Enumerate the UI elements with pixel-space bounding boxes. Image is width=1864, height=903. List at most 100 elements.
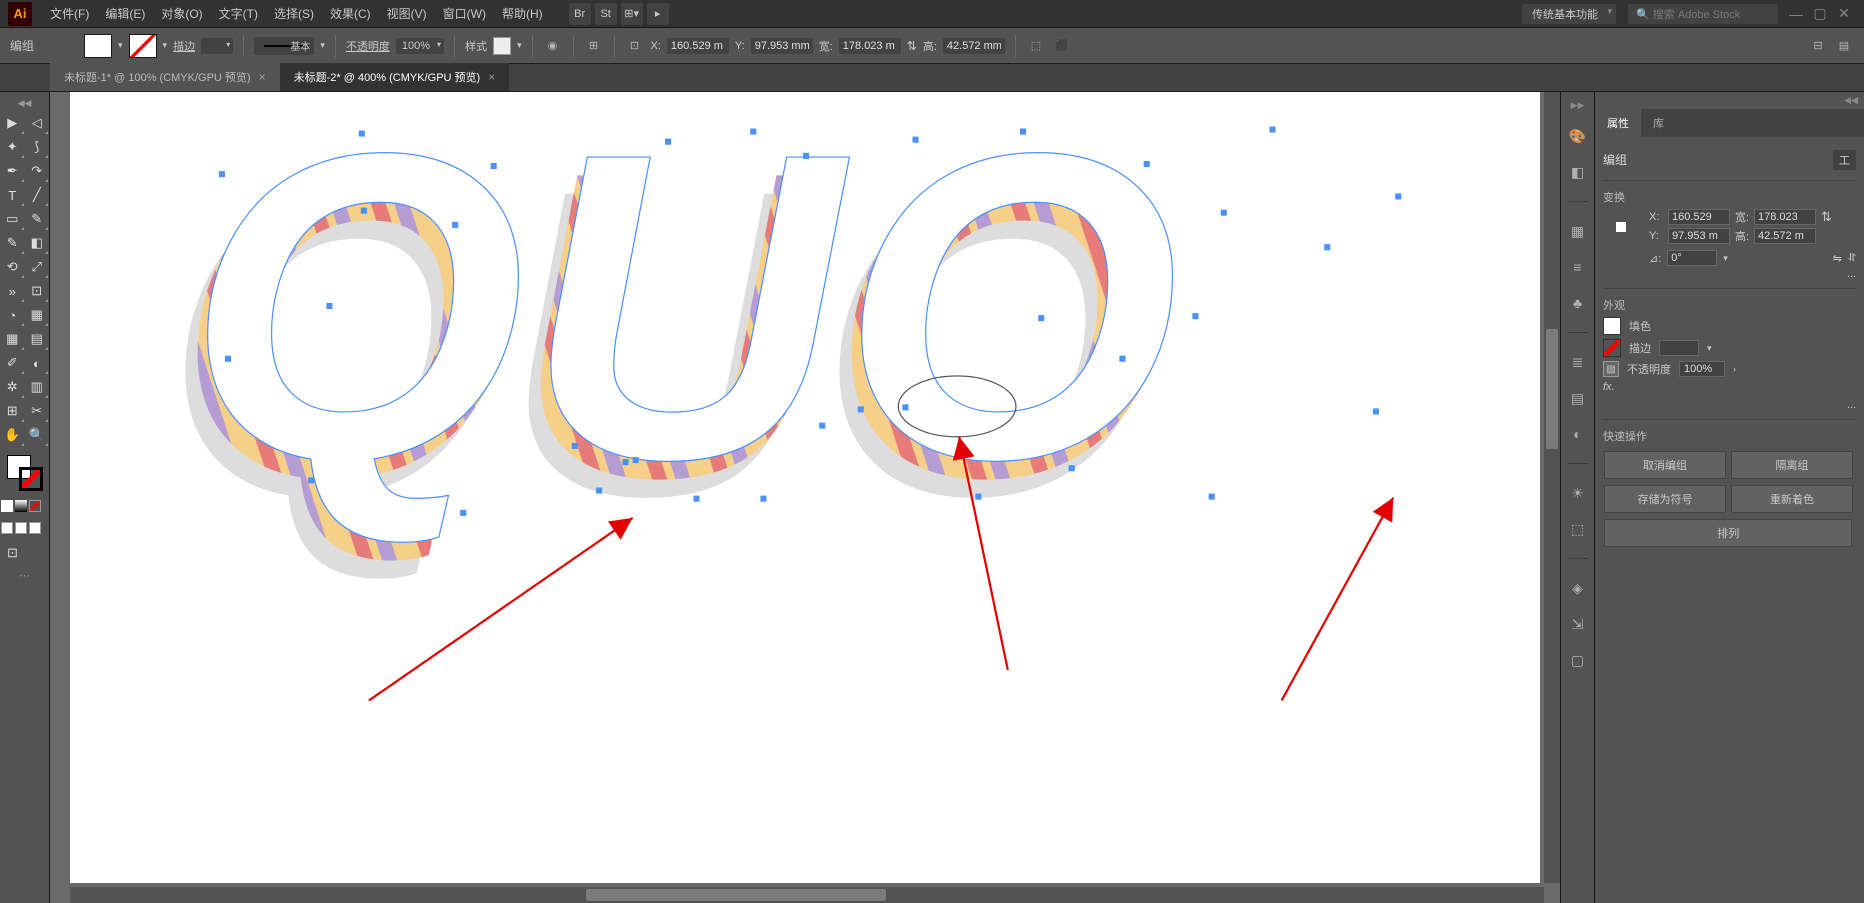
prop-y-input[interactable] [1668, 228, 1730, 244]
flip-h-icon[interactable]: ⇋ [1833, 252, 1842, 265]
horizontal-scrollbar[interactable] [70, 887, 1544, 903]
angle-dropdown-icon[interactable]: ▾ [1723, 253, 1728, 264]
btn-isolate[interactable]: 隔离组 [1731, 451, 1852, 479]
fill-stroke-indicator[interactable] [0, 455, 49, 491]
opacity-dropdown[interactable]: 100% [396, 38, 444, 54]
opacity-checkbox-icon[interactable]: ▨ [1603, 361, 1619, 377]
blend-tool[interactable]: ◐ [25, 351, 50, 375]
brushes-panel-icon[interactable]: ≡ [1567, 256, 1589, 278]
selection-tool[interactable]: ▶ [0, 111, 25, 135]
document-tab-2[interactable]: 未标题-2* @ 400% (CMYK/GPU 预览) × [280, 63, 510, 91]
tab-close-icon[interactable]: × [259, 70, 266, 84]
artboards-panel-icon[interactable]: ▢ [1567, 649, 1589, 671]
scrollbar-thumb[interactable] [586, 889, 886, 901]
rectangle-tool[interactable]: ▭ [0, 207, 25, 231]
flip-v-icon[interactable]: ⥯ [1848, 252, 1856, 265]
btn-ungroup[interactable]: 取消编组 [1604, 451, 1725, 479]
stroke-indicator[interactable] [19, 467, 43, 491]
stroke-dropdown-icon[interactable]: ▾ [163, 40, 168, 51]
fill-swatch-panel[interactable] [1603, 317, 1621, 335]
vertical-scrollbar[interactable] [1544, 92, 1560, 883]
x-input[interactable] [667, 38, 729, 54]
asset-export-icon[interactable]: ⇲ [1567, 613, 1589, 635]
transform-more-icon[interactable]: ... [1603, 266, 1856, 282]
stroke-weight-input[interactable] [1659, 340, 1699, 356]
appearance-more-icon[interactable]: ... [1603, 397, 1856, 413]
stroke-panel-icon[interactable]: ≣ [1567, 351, 1589, 373]
slice-tool[interactable]: ✂ [25, 399, 50, 423]
menu-help[interactable]: 帮助(H) [494, 5, 551, 22]
stroke-profile-preview[interactable]: 基本 [254, 37, 314, 55]
perspective-grid-tool[interactable]: ▦ [25, 303, 50, 327]
gradient-tool[interactable]: ▤ [25, 327, 50, 351]
menu-file[interactable]: 文件(F) [42, 5, 97, 22]
type-tool[interactable]: T [0, 183, 25, 207]
color-mode-none[interactable] [29, 500, 41, 512]
stroke-profile-dropdown-icon[interactable]: ▾ [320, 40, 325, 51]
stock-search[interactable]: 🔍 搜索 Adobe Stock [1628, 4, 1778, 24]
fill-dropdown-icon[interactable]: ▾ [118, 40, 123, 51]
mesh-tool[interactable]: ▦ [0, 327, 25, 351]
draw-inside[interactable] [29, 522, 41, 534]
align-icon[interactable]: ⊞ [584, 36, 604, 56]
h-input[interactable] [943, 38, 1005, 54]
draw-normal[interactable] [1, 522, 13, 534]
opacity-input-panel[interactable] [1679, 361, 1725, 377]
menu-type[interactable]: 文字(T) [211, 5, 266, 22]
shaper-tool[interactable]: ✎ [0, 231, 25, 255]
panel-menu-icon[interactable]: ▤ [1834, 36, 1854, 56]
prop-h-input[interactable] [1754, 228, 1816, 244]
fx-label[interactable]: fx. [1603, 381, 1615, 393]
draw-behind[interactable] [15, 522, 27, 534]
maximize-icon[interactable]: ▢ [1810, 4, 1830, 24]
hand-tool[interactable]: ✋ [0, 423, 25, 447]
artboard-tool[interactable]: ⊞ [0, 399, 25, 423]
appearance-panel-icon[interactable]: ☀ [1567, 482, 1589, 504]
prop-x-input[interactable] [1668, 209, 1730, 225]
lasso-tool[interactable]: ⟆ [25, 135, 50, 159]
style-dropdown-icon[interactable]: ▾ [517, 40, 522, 51]
color-guide-icon[interactable]: ◧ [1567, 161, 1589, 183]
shape-builder-tool[interactable]: ◔ [0, 303, 25, 327]
menu-view[interactable]: 视图(V) [379, 5, 435, 22]
color-mode-gradient[interactable] [15, 500, 27, 512]
shape-mode-icon-2[interactable]: ⬛ [1052, 36, 1072, 56]
canvas[interactable]: QUO QUO QUO [70, 92, 1540, 883]
color-mode-color[interactable] [1, 500, 13, 512]
recolor-icon[interactable]: ◉ [543, 36, 563, 56]
stroke-weight-dropdown[interactable] [201, 38, 233, 54]
tab-properties[interactable]: 属性 [1595, 109, 1641, 137]
tab-close-icon[interactable]: × [488, 70, 495, 84]
rotate-tool[interactable]: ⟲ [0, 255, 25, 279]
close-icon[interactable]: ✕ [1834, 4, 1854, 24]
w-input[interactable] [839, 38, 901, 54]
btn-save-symbol[interactable]: 存储为符号 [1604, 485, 1725, 513]
eraser-tool[interactable]: ◧ [25, 231, 50, 255]
btn-recolor[interactable]: 重新着色 [1731, 485, 1852, 513]
gradient-panel-icon[interactable]: ▤ [1567, 387, 1589, 409]
stroke-swatch[interactable] [129, 34, 157, 58]
eyedropper-tool[interactable]: ✐ [0, 351, 25, 375]
tab-libraries[interactable]: 库 [1641, 109, 1676, 137]
curvature-tool[interactable]: ↷ [25, 159, 50, 183]
column-graph-tool[interactable]: ▥ [25, 375, 50, 399]
stock-icon[interactable]: St [595, 3, 617, 25]
free-transform-tool[interactable]: ⊡ [25, 279, 50, 303]
transform-anchor-icon[interactable]: ⊡ [625, 36, 645, 56]
menu-edit[interactable]: 编辑(E) [97, 5, 153, 22]
style-swatch[interactable] [493, 37, 511, 55]
minimize-icon[interactable]: — [1786, 4, 1806, 24]
stroke-weight-dropdown-icon[interactable]: ▾ [1707, 343, 1712, 354]
link-wh-icon[interactable]: ⇅ [1821, 209, 1833, 225]
symbol-sprayer-tool[interactable]: ✲ [0, 375, 25, 399]
line-tool[interactable]: ╱ [25, 183, 50, 207]
swatches-panel-icon[interactable]: ▦ [1567, 220, 1589, 242]
gpu-icon[interactable]: ▸ [647, 3, 669, 25]
btn-arrange[interactable]: 排列 [1604, 519, 1852, 547]
shape-mode-icon-1[interactable]: ⬚ [1026, 36, 1046, 56]
direct-selection-tool[interactable]: ◁ [25, 111, 50, 135]
graphic-styles-icon[interactable]: ⬚ [1567, 518, 1589, 540]
zoom-tool[interactable]: 🔍 [25, 423, 50, 447]
opacity-label[interactable]: 不透明度 [346, 38, 390, 54]
layers-panel-icon[interactable]: ◈ [1567, 577, 1589, 599]
